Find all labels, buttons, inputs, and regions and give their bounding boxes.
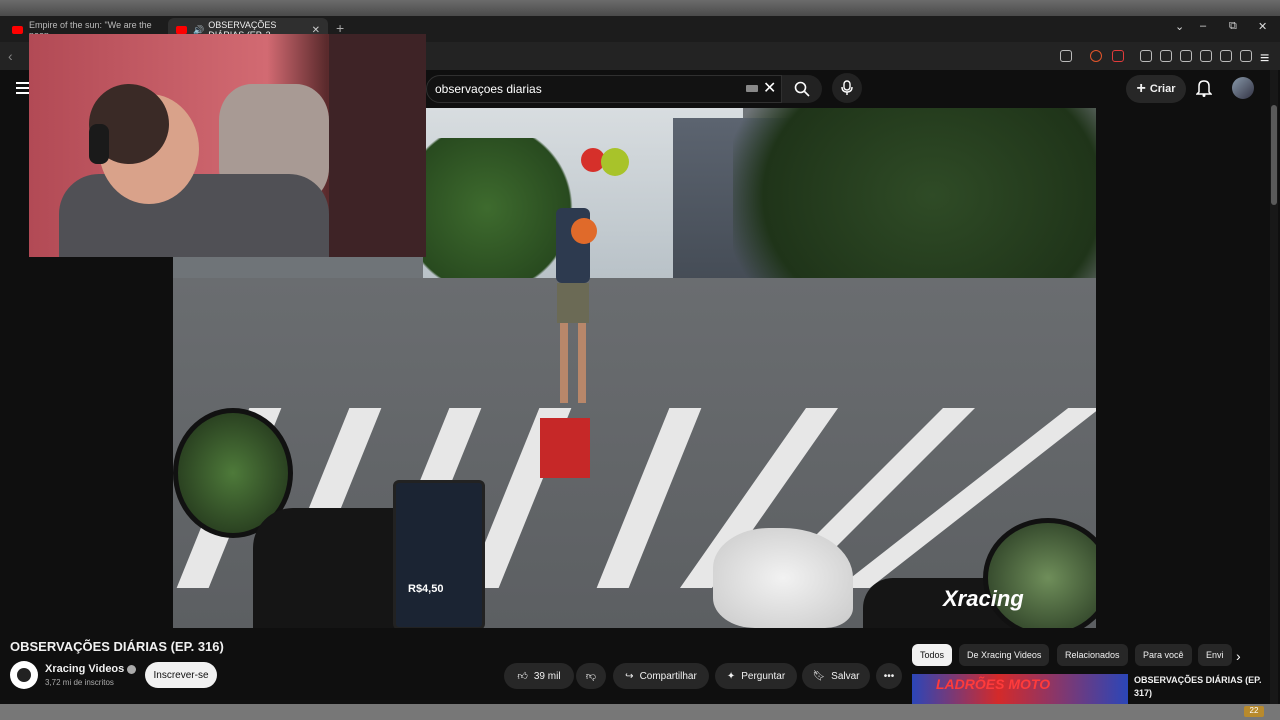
save-button[interactable]: 🔖︎ Salvar: [802, 663, 870, 689]
like-button[interactable]: 👍︎ 39 mil: [504, 663, 574, 689]
page-scrollbar[interactable]: [1270, 70, 1278, 704]
desktop-background: [0, 0, 1280, 16]
chip-relacionados[interactable]: Relacionados: [1057, 644, 1128, 666]
vpn-icon[interactable]: [1240, 50, 1252, 62]
juggling-ball: [571, 218, 597, 244]
account-avatar[interactable]: [1232, 77, 1254, 99]
video-title: OBSERVAÇÕES DIÁRIAS (EP. 316): [10, 639, 224, 654]
wallet-icon[interactable]: [1200, 50, 1212, 62]
minimize-button[interactable]: –: [1200, 20, 1206, 32]
more-actions-button[interactable]: •••: [876, 663, 902, 689]
ask-button[interactable]: ✦ Perguntar: [715, 663, 797, 689]
youtube-icon: [12, 26, 23, 34]
search-input[interactable]: observaçoes diarias: [426, 75, 782, 103]
chip-enviados[interactable]: Envi: [1198, 644, 1232, 666]
chip-todos[interactable]: Todos: [912, 644, 953, 666]
cast-icon[interactable]: [1060, 50, 1072, 62]
maximize-button[interactable]: ⧉: [1229, 20, 1237, 33]
share-icon: ↪: [625, 670, 634, 682]
subscriber-count: 3,72 mi de inscritos: [45, 678, 114, 687]
xracing-watermark: Xracing: [943, 586, 1024, 611]
webcam-overlay: [29, 34, 426, 257]
notification-badge: 22: [1244, 706, 1264, 717]
chip-para-voce[interactable]: Para você: [1135, 644, 1192, 666]
clear-search-icon[interactable]: ✕: [763, 78, 776, 98]
like-count: 39 mil: [533, 670, 561, 682]
save-label: Salvar: [831, 670, 860, 682]
share-label: Compartilhar: [639, 670, 697, 682]
ask-label: Perguntar: [741, 670, 786, 682]
red-stool: [540, 418, 590, 478]
thumbs-up-icon: 👍︎: [517, 671, 528, 682]
plastic-bag: [713, 528, 853, 628]
create-label: Criar: [1149, 83, 1176, 95]
taskbar: [0, 704, 1280, 720]
rewards-icon[interactable]: [1112, 50, 1124, 62]
youtube-icon: [176, 26, 187, 34]
voice-search-button[interactable]: [832, 73, 862, 103]
phone-price: R$4,50: [408, 583, 444, 595]
video-info: OBSERVAÇÕES DIÁRIAS (EP. 316) Xracing Vi…: [0, 628, 1280, 704]
subscribe-button[interactable]: Inscrever-se: [145, 662, 217, 688]
channel-avatar[interactable]: [10, 661, 38, 689]
headset-icon: [89, 124, 109, 164]
microphone-icon: [841, 80, 853, 95]
sparkle-icon: ✦: [726, 670, 736, 682]
keyboard-icon[interactable]: [746, 85, 758, 92]
dislike-button[interactable]: 👎︎: [576, 663, 606, 689]
chevron-right-icon[interactable]: ›: [1236, 648, 1241, 664]
phone-gps: R$4,50: [393, 480, 485, 628]
create-button[interactable]: + Criar: [1126, 75, 1186, 103]
bookmark-icon: 🔖︎: [812, 670, 826, 682]
menu-icon[interactable]: ≡: [1260, 50, 1272, 67]
sidebar-icon[interactable]: [1180, 50, 1192, 62]
recommended-thumbnail[interactable]: LADRÕES MOTO: [912, 674, 1128, 704]
brave-shield-icon[interactable]: [1090, 50, 1102, 62]
juggling-ball: [601, 148, 629, 176]
plus-icon: +: [1136, 80, 1146, 97]
verified-icon: [127, 664, 137, 674]
music-icon[interactable]: [1160, 50, 1172, 62]
close-window-button[interactable]: ✕: [1258, 20, 1267, 33]
thumbs-down-icon: 👎︎: [585, 671, 597, 682]
chevron-down-icon[interactable]: ⌄: [1175, 20, 1184, 33]
extensions-icon[interactable]: [1140, 50, 1152, 62]
thumbnail-text: LADRÕES MOTO: [936, 676, 1051, 692]
related-filter-chips: Todos De Xracing Videos Relacionados Par…: [912, 644, 1252, 666]
channel-name[interactable]: Xracing Videos: [45, 663, 137, 675]
more-icon: •••: [883, 670, 895, 682]
search-icon: [794, 81, 810, 97]
notifications-bell-icon[interactable]: [1196, 79, 1212, 97]
search-button[interactable]: [782, 75, 822, 103]
chip-de-xracing-videos[interactable]: De Xracing Videos: [959, 644, 1050, 666]
back-icon[interactable]: ‹: [8, 48, 13, 64]
share-button[interactable]: ↪ Compartilhar: [613, 663, 709, 689]
leo-icon[interactable]: [1220, 50, 1232, 62]
recommended-title[interactable]: OBSERVAÇÕES DIÁRIAS (EP. 317): [1134, 674, 1264, 700]
